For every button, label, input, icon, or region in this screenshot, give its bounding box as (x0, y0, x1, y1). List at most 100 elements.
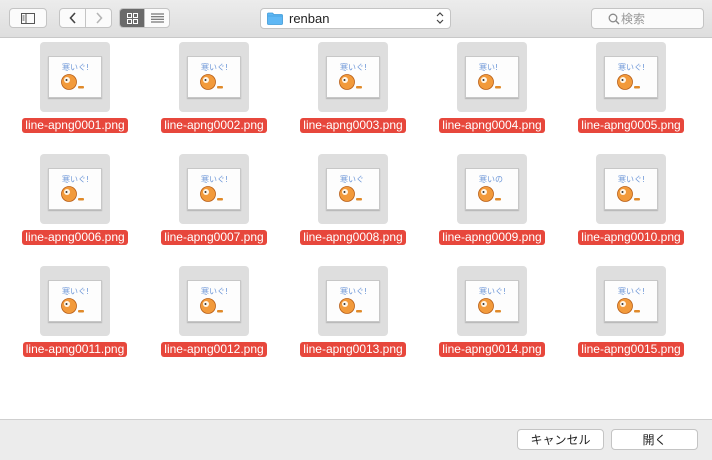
file-item[interactable]: 寒いぐ! line-apng0015.png (562, 266, 700, 370)
sticker-preview-icon: 寒い! (478, 62, 501, 90)
file-thumbnail[interactable]: 寒いぐ! (40, 154, 110, 224)
sticker-preview-icon: 寒いぐ! (61, 62, 89, 90)
file-name-label: line-apng0010.png (562, 228, 700, 246)
file-thumbnail[interactable]: 寒いぐ! (318, 42, 388, 112)
updown-arrows-icon (436, 12, 444, 24)
sticker-text: 寒いぐ! (201, 286, 228, 296)
search-field[interactable]: 検索 (591, 8, 704, 29)
back-button[interactable] (60, 9, 85, 27)
sticker-text: 寒いぐ! (340, 62, 367, 72)
image-preview: 寒いぐ! (604, 280, 658, 322)
file-name-label: line-apng0005.png (562, 116, 700, 134)
file-name-label: line-apng0013.png (284, 340, 422, 358)
file-item[interactable]: 寒いぐ! line-apng0011.png (6, 266, 144, 370)
image-preview: 寒いぐ! (187, 56, 241, 98)
file-item[interactable]: 寒いぐ! line-apng0001.png (6, 42, 144, 146)
file-thumbnail[interactable]: 寒いぐ! (40, 42, 110, 112)
image-preview: 寒いぐ! (326, 280, 380, 322)
file-thumbnail[interactable]: 寒いぐ! (318, 266, 388, 336)
image-preview: 寒い! (465, 56, 519, 98)
file-item[interactable]: 寒いぐ! line-apng0012.png (145, 266, 283, 370)
sticker-preview-icon: 寒いぐ! (200, 286, 228, 314)
file-name-label: line-apng0004.png (423, 116, 561, 134)
sticker-preview-icon: 寒いぐ! (339, 62, 367, 90)
icon-view-button[interactable] (120, 9, 144, 27)
file-item[interactable]: 寒いぐ! line-apng0003.png (284, 42, 422, 146)
file-name: line-apng0006.png (22, 230, 128, 245)
sticker-preview-icon: 寒いぐ! (200, 62, 228, 90)
file-name: line-apng0014.png (439, 342, 545, 357)
image-preview: 寒いぐ! (48, 56, 102, 98)
file-name: line-apng0013.png (300, 342, 406, 357)
sticker-preview-icon: 寒いぐ! (200, 174, 228, 202)
sticker-text: 寒いぐ (340, 174, 364, 184)
sticker-text: 寒い! (479, 62, 498, 72)
file-thumbnail[interactable]: 寒いぐ! (179, 154, 249, 224)
file-item[interactable]: 寒いぐ! line-apng0006.png (6, 154, 144, 258)
file-item[interactable]: 寒いぐ! line-apng0010.png (562, 154, 700, 258)
list-view-button[interactable] (144, 9, 169, 27)
file-thumbnail[interactable]: 寒いぐ! (179, 266, 249, 336)
file-item[interactable]: 寒いぐ! line-apng0002.png (145, 42, 283, 146)
file-item[interactable]: 寒い! line-apng0004.png (423, 42, 561, 146)
file-name: line-apng0009.png (439, 230, 545, 245)
file-name: line-apng0010.png (578, 230, 684, 245)
file-thumbnail[interactable]: 寒いぐ! (596, 154, 666, 224)
grid-icon (126, 12, 138, 24)
view-mode-switcher (119, 8, 170, 28)
sticker-preview-icon: 寒いぐ (339, 174, 364, 202)
sticker-text: 寒いぐ! (201, 62, 228, 72)
file-name-label: line-apng0012.png (145, 340, 283, 358)
file-thumbnail[interactable]: 寒いぐ! (40, 266, 110, 336)
file-thumbnail[interactable]: 寒いぐ! (457, 266, 527, 336)
image-preview: 寒いぐ! (48, 280, 102, 322)
image-preview: 寒いぐ! (604, 168, 658, 210)
sticker-text: 寒いぐ! (340, 286, 367, 296)
file-thumbnail[interactable]: 寒いぐ (318, 154, 388, 224)
file-thumbnail[interactable]: 寒い! (457, 42, 527, 112)
chevron-left-icon (68, 12, 76, 24)
list-icon (150, 13, 164, 23)
file-item[interactable]: 寒いぐ! line-apng0005.png (562, 42, 700, 146)
open-button[interactable]: 開く (611, 429, 698, 450)
sticker-text: 寒いぐ! (62, 62, 89, 72)
file-item[interactable]: 寒いぐ! line-apng0014.png (423, 266, 561, 370)
image-preview: 寒いの (465, 168, 519, 210)
sticker-text: 寒いぐ! (62, 174, 89, 184)
file-name-label: line-apng0002.png (145, 116, 283, 134)
file-name-label: line-apng0009.png (423, 228, 561, 246)
file-item[interactable]: 寒いぐ! line-apng0007.png (145, 154, 283, 258)
sticker-preview-icon: 寒いぐ! (61, 286, 89, 314)
file-name: line-apng0015.png (578, 342, 684, 357)
file-name-label: line-apng0015.png (562, 340, 700, 358)
image-preview: 寒いぐ! (604, 56, 658, 98)
file-thumbnail[interactable]: 寒いの (457, 154, 527, 224)
file-name: line-apng0002.png (161, 118, 267, 133)
sticker-preview-icon: 寒いぐ! (61, 174, 89, 202)
path-popup[interactable]: renban (260, 8, 451, 29)
path-folder-name: renban (289, 11, 330, 26)
file-item[interactable]: 寒いぐ line-apng0008.png (284, 154, 422, 258)
sticker-text: 寒いぐ! (62, 286, 89, 296)
footer-bar: キャンセル 開く (0, 419, 712, 460)
cancel-button[interactable]: キャンセル (517, 429, 604, 450)
file-item[interactable]: 寒いの line-apng0009.png (423, 154, 561, 258)
file-item[interactable]: 寒いぐ! line-apng0013.png (284, 266, 422, 370)
sidebar-icon (21, 12, 35, 24)
sticker-text: 寒いぐ! (201, 174, 228, 184)
image-preview: 寒いぐ! (465, 280, 519, 322)
sticker-preview-icon: 寒いの (478, 174, 503, 202)
sticker-text: 寒いの (479, 174, 503, 184)
sticker-preview-icon: 寒いぐ! (478, 286, 506, 314)
chevron-right-icon (95, 12, 103, 24)
forward-button[interactable] (85, 9, 111, 27)
file-name-label: line-apng0003.png (284, 116, 422, 134)
file-thumbnail[interactable]: 寒いぐ! (179, 42, 249, 112)
image-preview: 寒いぐ! (326, 56, 380, 98)
file-thumbnail[interactable]: 寒いぐ! (596, 42, 666, 112)
file-thumbnail[interactable]: 寒いぐ! (596, 266, 666, 336)
image-preview: 寒いぐ! (48, 168, 102, 210)
sticker-text: 寒いぐ! (618, 174, 645, 184)
file-name-label: line-apng0001.png (6, 116, 144, 134)
sidebar-toggle-button[interactable] (9, 8, 47, 28)
